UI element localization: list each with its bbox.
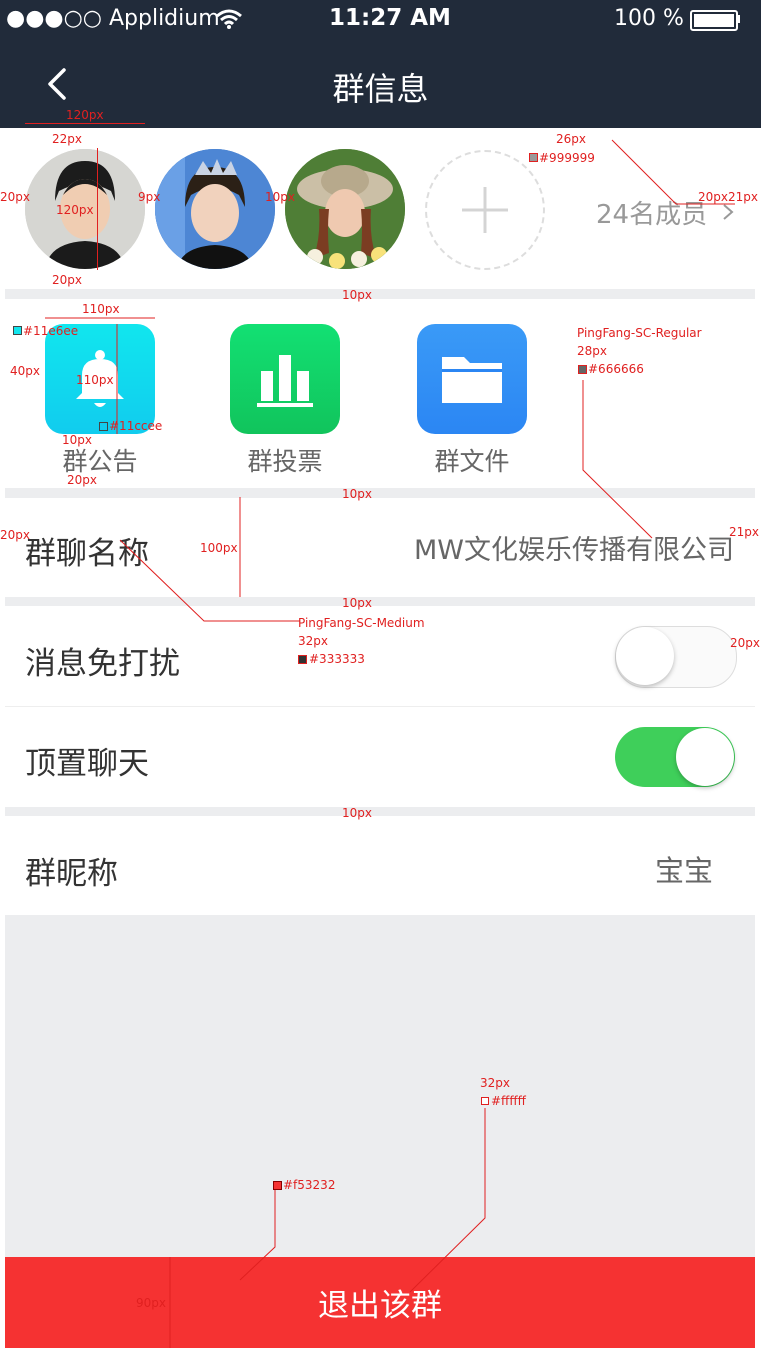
group-name-row[interactable]: 群聊名称 MW文化娱乐传播有限公司 [5, 498, 755, 597]
clock: 11:27 AM [329, 5, 451, 31]
person-avatar-icon [155, 149, 275, 269]
battery-icon [690, 10, 738, 31]
member-count-link[interactable]: 24名成员 [596, 194, 707, 231]
battery-tip [737, 15, 740, 23]
announcement-label: 群公告 [62, 447, 138, 476]
add-member-button[interactable] [425, 150, 545, 270]
carrier-label: ●●●○○ Applidium [6, 6, 220, 31]
chevron-right-icon[interactable] [722, 204, 734, 220]
vote-button[interactable]: 群投票 [230, 324, 340, 478]
person-avatar-icon [285, 149, 405, 269]
member-avatar[interactable] [285, 149, 405, 269]
member-avatar[interactable] [25, 149, 145, 269]
pin-label: 顶置聊天 [25, 746, 149, 782]
group-name-value: MW文化娱乐传播有限公司 [414, 535, 734, 566]
files-button[interactable]: 群文件 [417, 324, 527, 478]
page-title: 群信息 [332, 70, 429, 108]
bell-icon [76, 350, 124, 407]
pin-row: 顶置聊天 [5, 707, 755, 807]
files-tile [417, 324, 527, 434]
folder-icon [442, 357, 502, 403]
person-avatar-icon [25, 149, 145, 269]
announcement-tile [45, 324, 155, 434]
member-avatar[interactable] [155, 149, 275, 269]
pin-toggle-knob [676, 728, 734, 786]
nickname-value: 宝宝 [654, 854, 713, 888]
vote-tile [230, 324, 340, 434]
mute-row: 消息免打扰 [5, 606, 755, 706]
wifi-icon [216, 9, 242, 29]
mute-toggle-knob [616, 627, 674, 685]
vote-label: 群投票 [247, 447, 323, 476]
mute-toggle[interactable] [615, 626, 737, 688]
nickname-label: 群昵称 [25, 856, 118, 892]
bar-chart-icon [257, 355, 313, 407]
nav-bar: 群信息 [0, 40, 761, 128]
announcement-button[interactable]: 群公告 [45, 324, 155, 478]
exit-group-button[interactable]: 退出该群 [5, 1257, 755, 1348]
pin-toggle[interactable] [615, 727, 735, 787]
nickname-row[interactable]: 群昵称 宝宝 [5, 816, 755, 915]
status-bar: ●●●○○ Applidium 11:27 AM 100 % [0, 0, 761, 40]
mute-label: 消息免打扰 [25, 646, 180, 682]
battery-percent: 100 % [614, 6, 684, 31]
files-label: 群文件 [434, 447, 510, 476]
plus-icon [462, 187, 508, 233]
group-name-label: 群聊名称 [25, 536, 149, 572]
